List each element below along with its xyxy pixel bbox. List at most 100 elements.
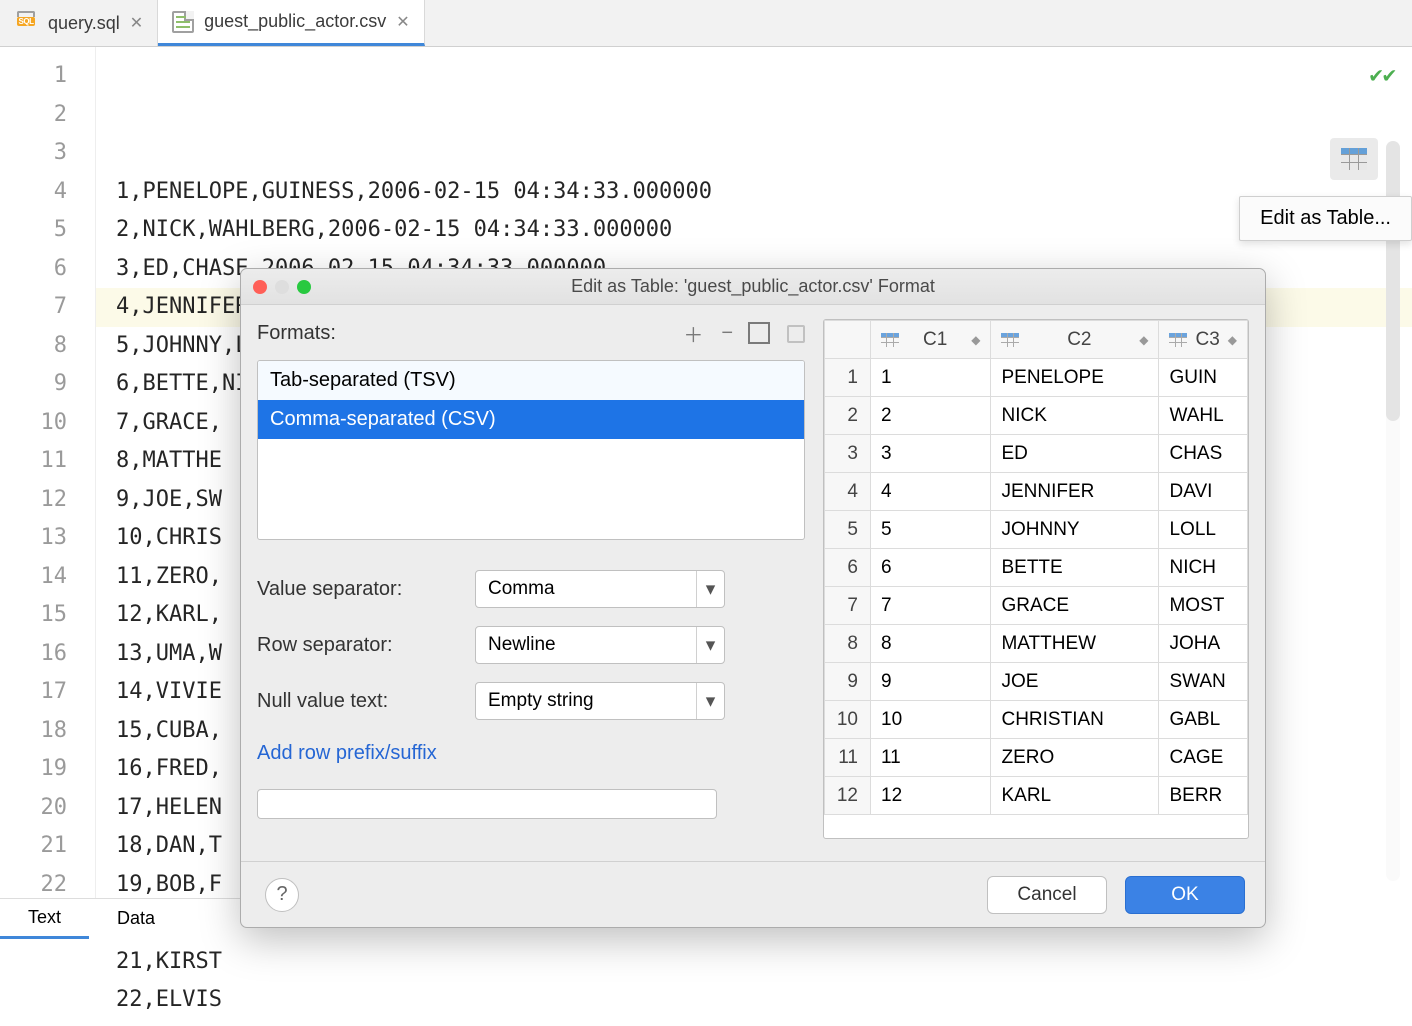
table-row[interactable]: 77GRACEMOST: [825, 587, 1248, 625]
dialog-left-pane: Formats: ＋ − Tab-separated (TSV)Comma-se…: [257, 319, 805, 861]
row-number: 4: [825, 473, 871, 511]
table-row[interactable]: 55JOHNNYLOLL: [825, 511, 1248, 549]
table-cell[interactable]: CHRISTIAN: [991, 701, 1159, 739]
table-row[interactable]: 22NICKWAHL: [825, 397, 1248, 435]
table-cell[interactable]: CHAS: [1159, 435, 1248, 473]
table-cell[interactable]: JOHA: [1159, 625, 1248, 663]
tab-guest-public-actor-csv[interactable]: guest_public_actor.csv ✕: [158, 0, 425, 46]
table-cell[interactable]: 6: [871, 549, 991, 587]
table-cell[interactable]: 12: [871, 777, 991, 815]
column-header[interactable]: C1◆: [871, 321, 991, 359]
table-cell[interactable]: 7: [871, 587, 991, 625]
table-cell[interactable]: 8: [871, 625, 991, 663]
column-header[interactable]: C2◆: [991, 321, 1159, 359]
table-cell[interactable]: BERR: [1159, 777, 1248, 815]
table-cell[interactable]: JOE: [991, 663, 1159, 701]
table-icon: [1341, 148, 1367, 170]
format-item[interactable]: Tab-separated (TSV): [258, 361, 804, 400]
row-number: 8: [825, 625, 871, 663]
table-cell[interactable]: 2: [871, 397, 991, 435]
table-icon: [1001, 333, 1019, 347]
table-cell[interactable]: GABL: [1159, 701, 1248, 739]
table-row[interactable]: 44JENNIFERDAVI: [825, 473, 1248, 511]
table-cell[interactable]: 1: [871, 359, 991, 397]
remove-format-icon[interactable]: −: [721, 322, 733, 345]
sort-icon[interactable]: ◆: [1139, 333, 1148, 347]
table-cell[interactable]: PENELOPE: [991, 359, 1159, 397]
table-row[interactable]: 99JOESWAN: [825, 663, 1248, 701]
table-row[interactable]: 1010CHRISTIANGABL: [825, 701, 1248, 739]
add-row-prefix-suffix-link[interactable]: Add row prefix/suffix: [257, 738, 805, 765]
null-value-dropdown[interactable]: Empty string ▾: [475, 682, 725, 720]
table-row[interactable]: 88MATTHEWJOHA: [825, 625, 1248, 663]
dialog-footer: ? Cancel OK: [241, 861, 1265, 927]
table-cell[interactable]: 3: [871, 435, 991, 473]
help-button[interactable]: ?: [265, 878, 299, 912]
row-number-header: [825, 321, 871, 359]
close-icon[interactable]: ✕: [396, 12, 409, 32]
bottom-tab-text[interactable]: Text: [0, 899, 89, 939]
sort-icon[interactable]: ◆: [1228, 333, 1237, 347]
format-item[interactable]: Comma-separated (CSV): [258, 400, 804, 439]
table-row[interactable]: 1212KARLBERR: [825, 777, 1248, 815]
value-separator-label: Value separator:: [257, 578, 457, 601]
table-cell[interactable]: 5: [871, 511, 991, 549]
code-line[interactable]: 22,ELVIS: [116, 981, 1412, 1020]
scrollbar-thumb[interactable]: [1386, 141, 1400, 421]
edit-as-table-button[interactable]: [1330, 138, 1378, 180]
row-separator-dropdown[interactable]: Newline ▾: [475, 626, 725, 664]
table-cell[interactable]: NICK: [991, 397, 1159, 435]
ok-button[interactable]: OK: [1125, 876, 1245, 914]
table-cell[interactable]: WAHL: [1159, 397, 1248, 435]
table-cell[interactable]: MATTHEW: [991, 625, 1159, 663]
table-cell[interactable]: DAVI: [1159, 473, 1248, 511]
table-row[interactable]: 33EDCHAS: [825, 435, 1248, 473]
table-cell[interactable]: 4: [871, 473, 991, 511]
table-cell[interactable]: 10: [871, 701, 991, 739]
edit-as-table-tooltip[interactable]: Edit as Table...: [1239, 196, 1412, 241]
column-header[interactable]: C3 ◆: [1159, 321, 1248, 359]
table-row[interactable]: 66BETTENICH: [825, 549, 1248, 587]
table-cell[interactable]: KARL: [991, 777, 1159, 815]
table-row[interactable]: 1111ZEROCAGE: [825, 739, 1248, 777]
bottom-tab-data[interactable]: Data: [89, 900, 183, 937]
tab-query-sql[interactable]: SQL query.sql ✕: [0, 0, 158, 46]
value-separator-dropdown[interactable]: Comma ▾: [475, 570, 725, 608]
save-format-icon: [787, 325, 805, 343]
table-cell[interactable]: LOLL: [1159, 511, 1248, 549]
table-icon: [881, 333, 899, 347]
table-cell[interactable]: MOST: [1159, 587, 1248, 625]
table-cell[interactable]: 11: [871, 739, 991, 777]
close-icon[interactable]: ✕: [130, 13, 143, 33]
code-line[interactable]: 1,PENELOPE,GUINESS,2006-02-15 04:34:33.0…: [116, 173, 1412, 212]
table-cell[interactable]: SWAN: [1159, 663, 1248, 701]
inspection-ok-icon: ✔✔: [1370, 57, 1397, 96]
line-number-gutter: 12345678910111213141516171819202122: [0, 47, 96, 901]
row-number: 2: [825, 397, 871, 435]
table-cell[interactable]: JENNIFER: [991, 473, 1159, 511]
code-line[interactable]: 2,NICK,WAHLBERG,2006-02-15 04:34:33.0000…: [116, 211, 1412, 250]
format-config: Value separator: Comma ▾ Row separator: …: [257, 570, 805, 819]
sort-icon[interactable]: ◆: [971, 333, 980, 347]
table-cell[interactable]: ED: [991, 435, 1159, 473]
table-cell[interactable]: CAGE: [1159, 739, 1248, 777]
code-line[interactable]: 21,KIRST: [116, 943, 1412, 982]
column-label: C3: [1195, 329, 1219, 351]
formats-list[interactable]: Tab-separated (TSV)Comma-separated (CSV): [257, 360, 805, 540]
table-cell[interactable]: JOHNNY: [991, 511, 1159, 549]
table-cell[interactable]: ZERO: [991, 739, 1159, 777]
row-number: 12: [825, 777, 871, 815]
table-cell[interactable]: BETTE: [991, 549, 1159, 587]
table-cell[interactable]: 9: [871, 663, 991, 701]
copy-format-icon[interactable]: [751, 325, 769, 343]
table-cell[interactable]: GUIN: [1159, 359, 1248, 397]
table-icon: [1169, 333, 1187, 347]
table-cell[interactable]: GRACE: [991, 587, 1159, 625]
table-row[interactable]: 11PENELOPEGUIN: [825, 359, 1248, 397]
row-number: 10: [825, 701, 871, 739]
vertical-scrollbar[interactable]: [1386, 141, 1400, 881]
add-format-icon[interactable]: ＋: [683, 319, 703, 348]
cancel-button[interactable]: Cancel: [987, 876, 1107, 914]
row-number: 1: [825, 359, 871, 397]
table-cell[interactable]: NICH: [1159, 549, 1248, 587]
